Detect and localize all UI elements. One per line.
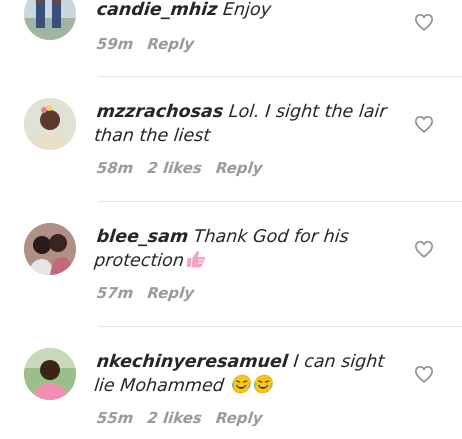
laughing-emoji bbox=[232, 374, 252, 394]
comment-username[interactable]: mzzrachosas bbox=[96, 102, 225, 122]
comment-text: nkechinyeresamuel I can sight lie Mohamm… bbox=[93, 350, 398, 398]
avatar[interactable] bbox=[24, 348, 76, 400]
reply-button[interactable]: Reply bbox=[215, 159, 264, 177]
avatar[interactable] bbox=[24, 98, 76, 150]
comment-username[interactable]: candie_mhiz bbox=[96, 0, 219, 20]
comment-text: blee_sam Thank God for his protection bbox=[93, 225, 398, 273]
comment-body: Enjoy bbox=[216, 0, 273, 20]
comment-text: mzzrachosas Lol. I sight the lair than t… bbox=[93, 100, 398, 148]
divider bbox=[98, 326, 462, 327]
likes-count[interactable]: 2 likes bbox=[147, 409, 203, 427]
comment-time: 58m bbox=[96, 159, 135, 177]
heart-outline-icon[interactable] bbox=[414, 115, 434, 133]
heart-outline-icon[interactable] bbox=[414, 365, 434, 383]
comment-time: 55m bbox=[96, 409, 135, 427]
avatar[interactable] bbox=[24, 0, 76, 40]
comment-username[interactable]: blee_sam bbox=[96, 227, 190, 247]
comment-time: 59m bbox=[96, 35, 135, 53]
comment-meta: 57m Reply bbox=[96, 283, 209, 303]
comment-text: candie_mhiz Enjoy bbox=[95, 0, 398, 22]
reply-button[interactable]: Reply bbox=[147, 284, 196, 302]
reply-button[interactable]: Reply bbox=[147, 35, 196, 53]
divider bbox=[98, 76, 462, 77]
laughing-emoji bbox=[254, 374, 274, 394]
reply-button[interactable]: Reply bbox=[215, 409, 264, 427]
comment-meta: 58m 2 likes Reply bbox=[96, 158, 278, 178]
heart-outline-icon[interactable] bbox=[414, 13, 434, 31]
comment-meta: 59m Reply bbox=[96, 34, 209, 54]
comment-username[interactable]: nkechinyeresamuel bbox=[96, 352, 289, 372]
divider bbox=[98, 201, 462, 202]
thumbs-up-emoji bbox=[186, 251, 205, 268]
avatar[interactable] bbox=[24, 223, 76, 275]
heart-outline-icon[interactable] bbox=[414, 240, 434, 258]
comment-meta: 55m 2 likes Reply bbox=[96, 408, 278, 428]
likes-count[interactable]: 2 likes bbox=[147, 159, 203, 177]
comment-time: 57m bbox=[96, 284, 135, 302]
comment-list: candie_mhiz Enjoy 59m Reply mzzrachosas L… bbox=[0, 0, 462, 439]
